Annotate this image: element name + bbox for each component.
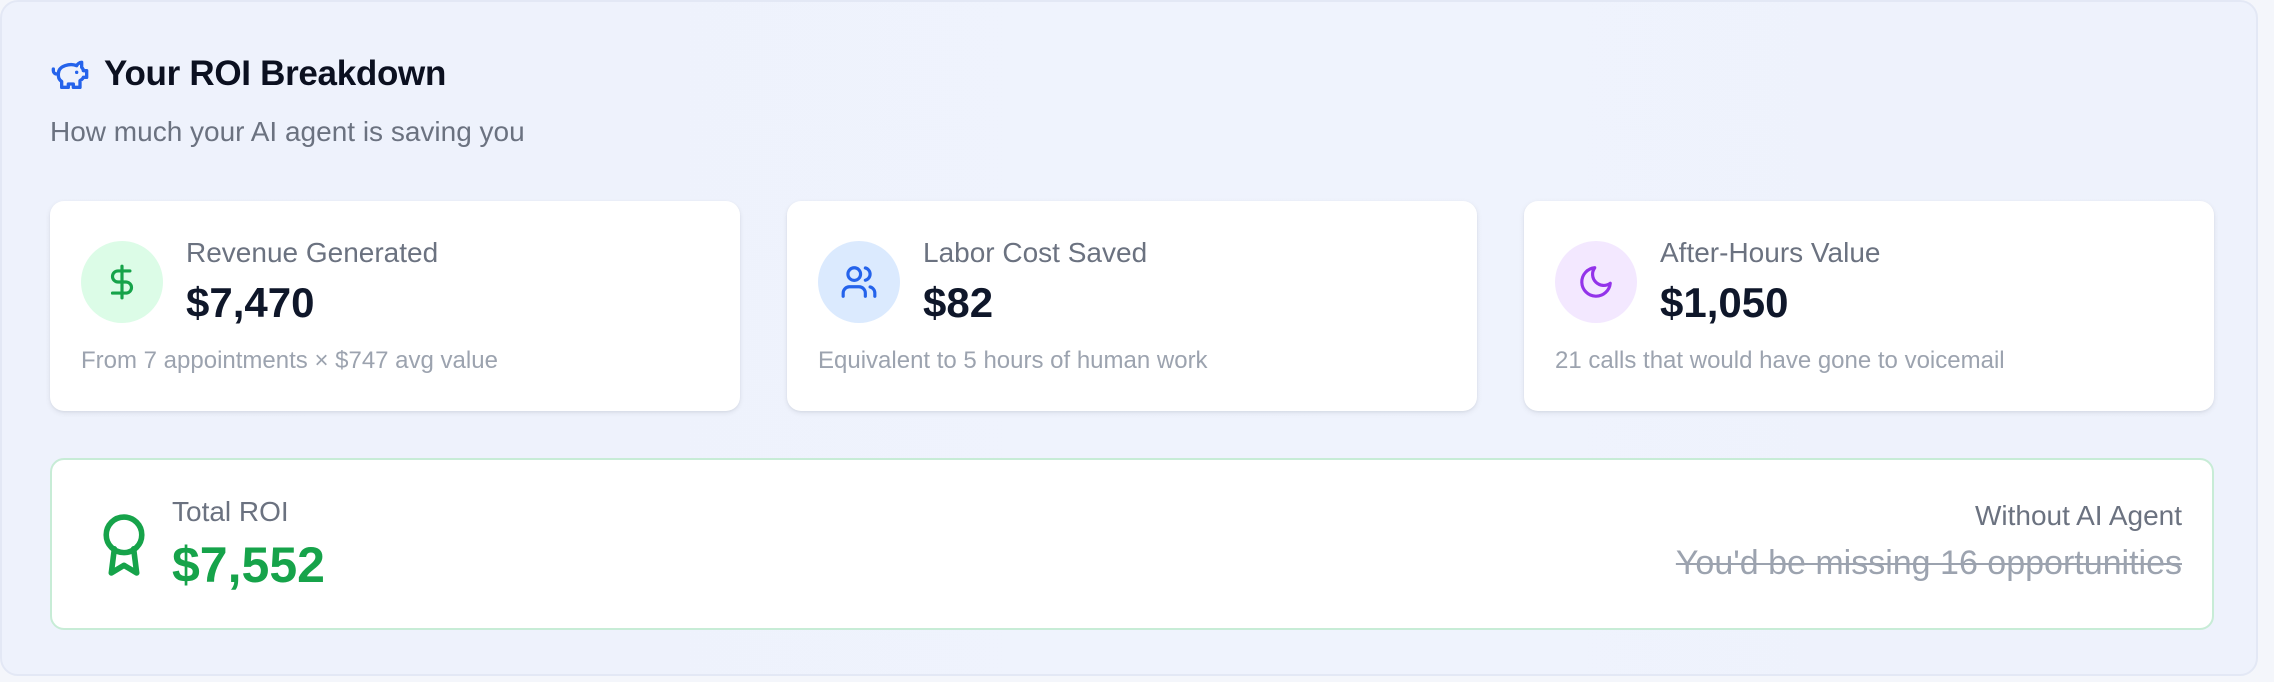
metric-card-labor: Labor Cost Saved $82 Equivalent to 5 hou… [787,201,1477,411]
total-roi-label: Total ROI [172,496,289,527]
piggy-bank-icon [50,54,90,94]
total-roi-value: $7,552 [172,537,325,593]
metric-note: From 7 appointments × $747 avg value [81,347,498,374]
page-subtitle: How much your AI agent is saving you [50,116,525,147]
metric-cards: Revenue Generated $7,470 From 7 appointm… [50,201,2214,411]
metric-note: Equivalent to 5 hours of human work [818,347,1208,374]
dollar-icon [81,241,163,323]
without-agent-label: Without AI Agent [1974,500,2182,531]
metric-note: 21 calls that would have gone to voicema… [1555,347,2005,374]
total-roi-card: Total ROI $7,552 Without AI Agent You'd … [50,458,2214,630]
page-title: Your ROI Breakdown [104,54,447,93]
metric-value: $82 [923,279,994,326]
metric-value: $1,050 [1660,279,1789,326]
moon-icon [1555,241,1637,323]
panel-header: Your ROI Breakdown [50,50,446,98]
metric-label: Labor Cost Saved [923,237,1148,268]
missed-opportunities-text: You'd be missing 16 opportunities [1675,544,2182,582]
metric-card-after-hours: After-Hours Value $1,050 21 calls that w… [1524,201,2214,411]
users-icon [818,241,900,323]
metric-label: After-Hours Value [1660,237,1881,268]
award-icon [92,510,156,580]
roi-breakdown-panel: Your ROI Breakdown How much your AI agen… [0,0,2258,676]
metric-card-revenue: Revenue Generated $7,470 From 7 appointm… [50,201,740,411]
metric-value: $7,470 [186,279,315,326]
metric-label: Revenue Generated [186,237,439,268]
